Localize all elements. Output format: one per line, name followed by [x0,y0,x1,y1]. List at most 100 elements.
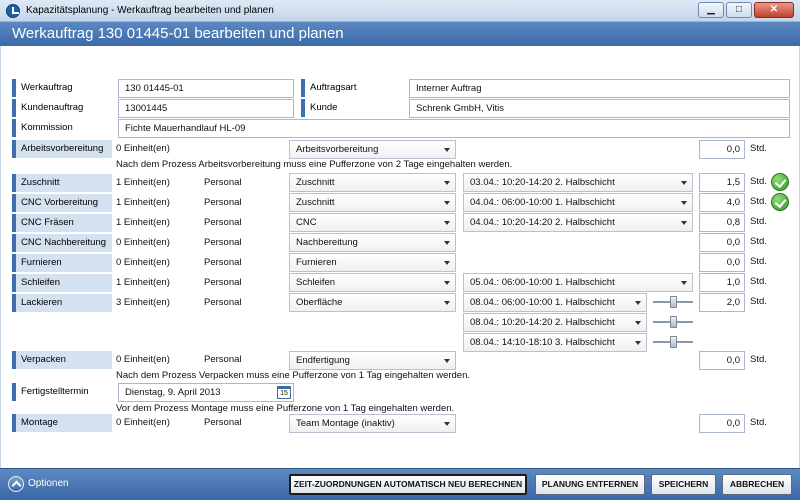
slot-dropdown-schleifen[interactable]: 05.04.: 06:00-10:00 1. Halbschicht [463,273,693,292]
chevron-down-icon [681,201,687,205]
auftragsart-label: Auftragsart [301,79,405,97]
slider-thumb[interactable] [670,296,677,308]
auftragsart-field[interactable]: Interner Auftrag [409,79,790,98]
close-button[interactable]: ✕ [754,2,794,18]
minimize-button[interactable]: ▁ [698,2,724,18]
std-field-arbeitsvorbereitung[interactable]: 0,0 [699,140,745,159]
process-label-arbeitsvorbereitung: Arbeitsvorbereitung [12,140,112,158]
kundenauftrag-field[interactable]: 13001445 [118,99,294,118]
std-field-zuschnitt[interactable]: 1,5 [699,173,745,192]
slot-value: 08.04.: 14:10-18:10 3. Halbschicht [470,337,615,348]
buffer-note-verpacken: Nach dem Prozess Verpacken muss eine Puf… [116,370,471,381]
form-content: Werkauftrag 130 01445-01 Auftragsart Int… [0,46,800,468]
check-icon [771,173,789,191]
werkauftrag-field[interactable]: 130 01445-01 [118,79,294,98]
dialog-footer: Optionen ZEIT-ZUORDNUNGEN AUTOMATISCH NE… [0,468,800,500]
time-slider-lackieren-2[interactable] [653,315,693,329]
std-field-cnc-vorbereitung[interactable]: 4,0 [699,193,745,212]
process-label-verpacken: Verpacken [12,351,112,369]
app-icon [6,4,20,18]
slot-value: 05.04.: 06:00-10:00 1. Halbschicht [470,277,615,288]
personal-cnc-fraesen: Personal [204,217,242,228]
resource-dropdown-furnieren[interactable]: Furnieren [289,253,456,272]
slot-dropdown-lackieren-2[interactable]: 08.04.: 10:20-14:20 2. Halbschicht [463,313,647,332]
personal-furnieren: Personal [204,257,242,268]
process-label-cnc-vorbereitung: CNC Vorbereitung [12,194,112,212]
std-unit: Std. [750,176,767,187]
process-label-cnc-nachbereitung: CNC Nachbereitung [12,234,112,252]
einheiten-montage: 0 Einheit(en) [116,417,170,428]
slot-value: 08.04.: 06:00-10:00 1. Halbschicht [470,297,615,308]
std-field-lackieren[interactable]: 2,0 [699,293,745,312]
window-titlebar: Kapazitätsplanung - Werkauftrag bearbeit… [0,0,800,22]
slot-dropdown-zuschnitt[interactable]: 03.04.: 10:20-14:20 2. Halbschicht [463,173,693,192]
time-slider-lackieren-3[interactable] [653,335,693,349]
std-field-cnc-nachbereitung[interactable]: 0,0 [699,233,745,252]
chevron-down-icon [635,301,641,305]
resource-dropdown-verpacken[interactable]: Endfertigung [289,351,456,370]
slot-dropdown-cnc-fraesen[interactable]: 04.04.: 10:20-14:20 2. Halbschicht [463,213,693,232]
chevron-down-icon [444,359,450,363]
chevron-down-icon [444,201,450,205]
maximize-button[interactable]: □ [726,2,752,18]
personal-schleifen: Personal [204,277,242,288]
std-field-cnc-fraesen[interactable]: 0,8 [699,213,745,232]
personal-montage: Personal [204,417,242,428]
std-unit: Std. [750,196,767,207]
resource-dropdown-schleifen[interactable]: Schleifen [289,273,456,292]
resource-value: Nachbereitung [296,237,358,248]
einheiten-verpacken: 0 Einheit(en) [116,354,170,365]
resource-dropdown-cnc-fraesen[interactable]: CNC [289,213,456,232]
resource-dropdown-cnc-vorbereitung[interactable]: Zuschnitt [289,193,456,212]
std-field-verpacken[interactable]: 0,0 [699,351,745,370]
resource-dropdown-zuschnitt[interactable]: Zuschnitt [289,173,456,192]
chevron-down-icon [444,261,450,265]
resource-dropdown-arbeitsvorbereitung[interactable]: Arbeitsvorbereitung [289,140,456,159]
chevron-up-icon[interactable] [8,476,24,492]
slot-dropdown-lackieren-1[interactable]: 08.04.: 06:00-10:00 1. Halbschicht [463,293,647,312]
calendar-icon[interactable]: 15 [277,386,291,399]
einheiten-furnieren: 0 Einheit(en) [116,257,170,268]
personal-cnc-nachbereitung: Personal [204,237,242,248]
options-toggle[interactable]: Optionen [28,478,69,489]
process-label-cnc-fraesen: CNC Fräsen [12,214,112,232]
personal-zuschnitt: Personal [204,177,242,188]
std-unit: Std. [750,256,767,267]
recalculate-button[interactable]: ZEIT-ZUORDNUNGEN AUTOMATISCH NEU BERECHN… [289,474,527,495]
chevron-down-icon [681,281,687,285]
dialog-header: Werkauftrag 130 01445-01 bearbeiten und … [0,22,800,46]
kommission-field[interactable]: Fichte Mauerhandlauf HL-09 [118,119,790,138]
remove-planning-button[interactable]: PLANUNG ENTFERNEN [535,474,645,495]
kunde-field[interactable]: Schrenk GmbH, Vitis [409,99,790,118]
resource-dropdown-cnc-nachbereitung[interactable]: Nachbereitung [289,233,456,252]
save-button[interactable]: SPEICHERN [651,474,716,495]
time-slider-lackieren-1[interactable] [653,295,693,309]
slot-value: 04.04.: 10:20-14:20 2. Halbschicht [470,217,615,228]
fertigstelltermin-date-picker[interactable]: Dienstag, 9. April 2013 15 [118,383,294,402]
slot-dropdown-lackieren-3[interactable]: 08.04.: 14:10-18:10 3. Halbschicht [463,333,647,352]
process-label-furnieren: Furnieren [12,254,112,272]
chevron-down-icon [444,221,450,225]
buffer-note-arbeitsvorbereitung: Nach dem Prozess Arbeitsvorbereitung mus… [116,159,513,170]
std-unit: Std. [750,216,767,227]
slot-value: 03.04.: 10:20-14:20 2. Halbschicht [470,177,615,188]
resource-value: Zuschnitt [296,177,335,188]
resource-value: Endfertigung [296,355,350,366]
slider-thumb[interactable] [670,316,677,328]
std-field-furnieren[interactable]: 0,0 [699,253,745,272]
chevron-down-icon [681,221,687,225]
chevron-down-icon [444,148,450,152]
check-icon [771,193,789,211]
slot-dropdown-cnc-vorbereitung[interactable]: 04.04.: 06:00-10:00 1. Halbschicht [463,193,693,212]
std-unit: Std. [750,236,767,247]
cancel-button[interactable]: ABBRECHEN [722,474,792,495]
resource-dropdown-montage[interactable]: Team Montage (inaktiv) [289,414,456,433]
std-field-schleifen[interactable]: 1,0 [699,273,745,292]
std-field-montage[interactable]: 0,0 [699,414,745,433]
chevron-down-icon [444,281,450,285]
slider-thumb[interactable] [670,336,677,348]
resource-dropdown-lackieren[interactable]: Oberfläche [289,293,456,312]
chevron-down-icon [444,422,450,426]
kommission-label: Kommission [12,119,112,137]
einheiten-cnc-nachbereitung: 0 Einheit(en) [116,237,170,248]
